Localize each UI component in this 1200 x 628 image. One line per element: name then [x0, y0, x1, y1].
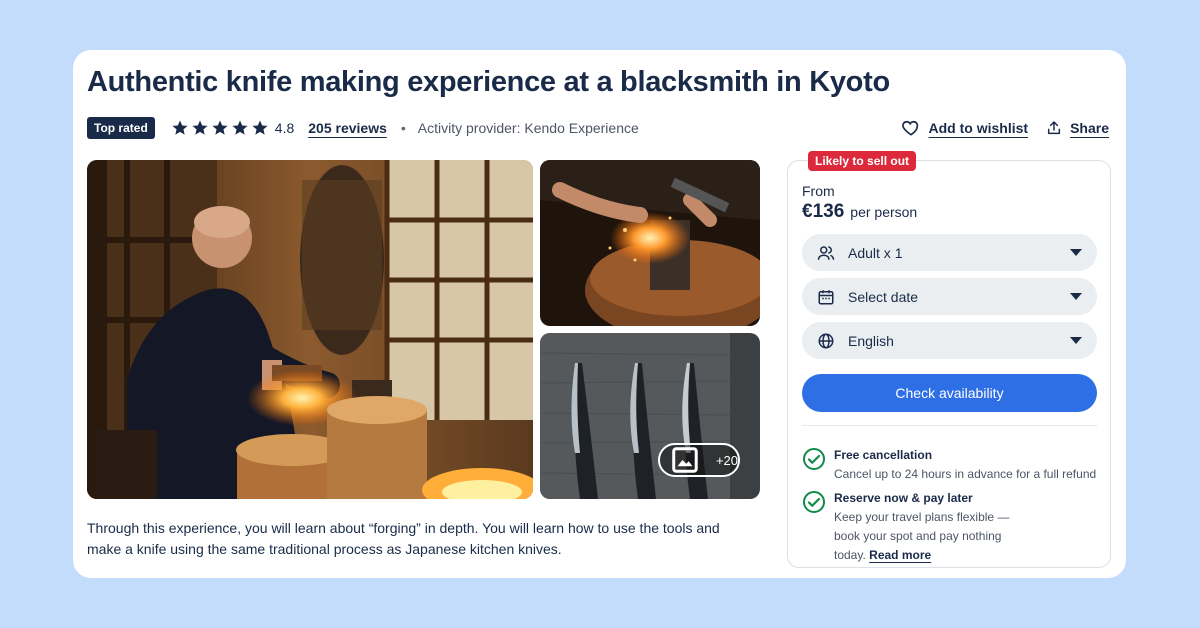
blacksmith-photo — [87, 160, 533, 499]
booking-panel: Likely to sell out From €136 per person … — [787, 151, 1111, 568]
top-rated-badge: Top rated — [87, 117, 155, 139]
star-icon — [252, 120, 268, 135]
chevron-down-icon — [1070, 336, 1082, 344]
add-to-wishlist-button[interactable]: Add to wishlist — [901, 118, 1029, 138]
check-circle-icon — [803, 491, 825, 513]
participants-value: Adult x 1 — [848, 244, 903, 261]
feature-desc: Keep your travel plans flexible — book y… — [834, 508, 1024, 565]
language-select[interactable]: English — [802, 322, 1097, 359]
read-more-link[interactable]: Read more — [869, 548, 931, 562]
language-value: English — [848, 332, 894, 349]
chevron-down-icon — [1070, 248, 1082, 256]
wishlist-label: Add to wishlist — [928, 120, 1029, 136]
activity-provider: Activity provider: Kendo Experience — [417, 120, 639, 136]
rating-value: 4.8 — [274, 120, 295, 136]
globe-icon — [816, 331, 836, 351]
feature-title: Free cancellation — [834, 448, 933, 462]
star-icon — [192, 120, 208, 135]
gallery-icon — [672, 447, 698, 473]
activity-description: Through this experience, you will learn … — [87, 520, 720, 557]
page-title: Authentic knife making experience at a b… — [87, 66, 890, 98]
star-icon — [212, 120, 228, 135]
price-unit: per person — [850, 204, 918, 220]
reviews-link[interactable]: 205 reviews — [308, 120, 387, 136]
price-from-label: From — [802, 183, 835, 199]
main-photo[interactable] — [87, 160, 533, 499]
heart-icon — [901, 120, 918, 136]
booking-divider — [802, 425, 1097, 426]
more-photos-count: +20 — [715, 452, 738, 468]
check-circle-icon — [803, 448, 825, 470]
star-rating — [171, 119, 269, 137]
feature-free-cancellation: Free cancellation Cancel up to 24 hours … — [802, 447, 1102, 484]
sellout-badge: Likely to sell out — [808, 151, 917, 171]
chevron-down-icon — [1070, 292, 1082, 300]
more-photos-button[interactable]: +20 — [658, 443, 740, 477]
date-select[interactable]: Select date — [802, 278, 1097, 315]
listing-actions: Add to wishlist Share — [901, 118, 1109, 138]
share-label: Share — [1070, 120, 1109, 136]
listing-meta: Top rated 4.8 205 reviews • Activity pro… — [87, 116, 639, 140]
date-value: Select date — [848, 288, 919, 305]
gallery-photo-forge[interactable] — [540, 160, 760, 326]
price-row: €136 per person — [802, 201, 917, 223]
gallery-photo-knives[interactable]: +20 — [540, 333, 760, 499]
feature-desc: Cancel up to 24 hours in advance for a f… — [834, 467, 1097, 481]
price-value: €136 — [802, 201, 845, 222]
star-icon — [232, 120, 248, 135]
forge-photo — [540, 160, 760, 326]
feature-reserve-now: Reserve now & pay later Keep your travel… — [802, 490, 1102, 565]
activity-card: Authentic knife making experience at a b… — [73, 50, 1126, 578]
users-icon — [816, 243, 836, 263]
feature-title: Reserve now & pay later — [834, 491, 973, 505]
check-availability-button[interactable]: Check availability — [802, 374, 1097, 412]
share-button[interactable]: Share — [1046, 120, 1109, 136]
star-icon — [172, 120, 188, 135]
meta-separator: • — [400, 120, 406, 136]
participants-select[interactable]: Adult x 1 — [802, 234, 1097, 271]
share-icon — [1048, 121, 1061, 135]
calendar-icon — [816, 287, 836, 307]
